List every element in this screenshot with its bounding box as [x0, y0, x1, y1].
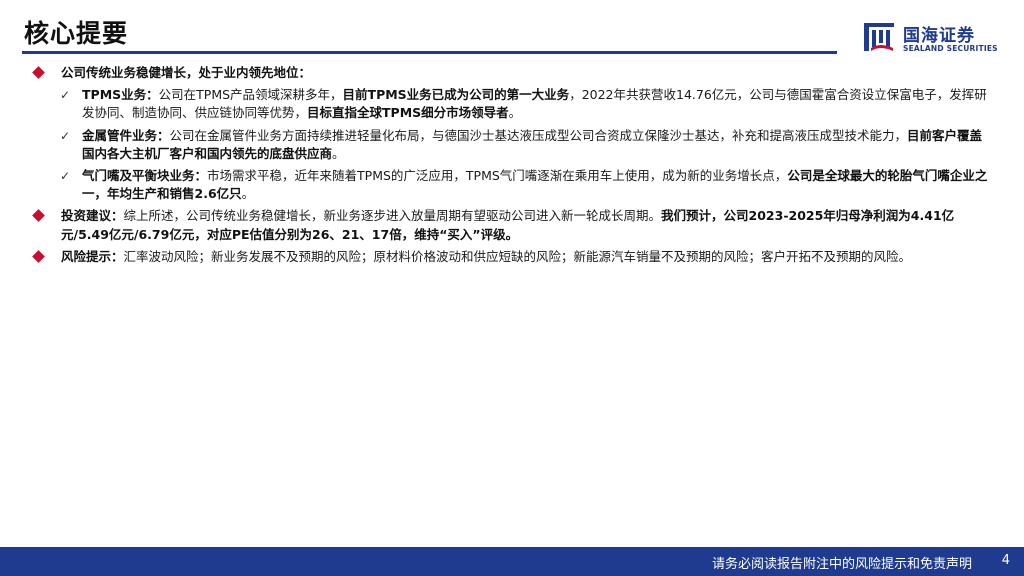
company-logo: 国海证券 SEALAND SECURITIES [862, 20, 1002, 54]
bullet-heading: 公司传统业务稳健增长，处于业内领先地位： [61, 65, 312, 80]
diamond-bullet-icon [32, 66, 45, 79]
page-number: 4 [1001, 553, 1010, 568]
bullet-heading: 风险提示： [61, 248, 124, 264]
bullet-traditional-business: 公司传统业务稳健增长，处于业内领先地位： [32, 64, 990, 82]
body-text: 公司在金属管件业务方面持续推进轻量化布局，与德国沙士基达液压成型公司合资成立保隆… [169, 127, 908, 143]
body-text: 公司在TPMS产品领域深耕多年， [158, 87, 343, 103]
checkmark-icon: ✓ [60, 169, 71, 184]
title-divider [22, 51, 837, 54]
logo-name-en: SEALAND SECURITIES [903, 44, 998, 53]
sub-bullet-metal-tube: ✓ 金属管件业务：公司在金属管件业务方面持续推进轻量化布局，与德国沙士基达液压成… [59, 127, 990, 163]
bullet-heading: 投资建议： [61, 208, 124, 224]
sub-heading: TPMS业务： [82, 87, 159, 103]
bullet-risk: 风险提示：汇率波动风险；新业务发展不及预期的风险；原材料价格波动和供应短缺的风险… [32, 248, 990, 266]
body-text: 。 [332, 145, 345, 161]
body-text: 综上所述，公司传统业务稳健增长，新业务逐步进入放量周期有望驱动公司进入新一轮成长… [123, 208, 662, 224]
diamond-bullet-icon [32, 209, 45, 223]
body-text: 。 [508, 105, 522, 121]
bullet-investment: 投资建议：综上所述，公司传统业务稳健增长，新业务逐步进入放量周期有望驱动公司进入… [32, 207, 990, 243]
body-text: 汇率波动风险；新业务发展不及预期的风险；原材料价格波动和供应短缺的风险；新能源汽… [123, 248, 912, 264]
footer-disclaimer: 请务必阅读报告附注中的风险提示和免责声明 [711, 557, 972, 572]
sub-heading: 金属管件业务： [82, 127, 170, 143]
sub-bullet-tpms: ✓ TPMS业务：公司在TPMS产品领域深耕多年，目前TPMS业务已成为公司的第… [59, 86, 990, 122]
checkmark-icon: ✓ [60, 88, 71, 103]
checkmark-icon: ✓ [60, 128, 71, 143]
logo-name-cn: 国海证券 [903, 26, 975, 46]
footer-bar: 请务必阅读报告附注中的风险提示和免责声明 4 [0, 547, 1024, 576]
bold-text: 目标直指全球TPMS细分市场领导者 [307, 105, 509, 121]
content-body: 公司传统业务稳健增长，处于业内领先地位： ✓ TPMS业务：公司在TPMS产品领… [32, 64, 990, 270]
sub-heading: 气门嘴及平衡块业务： [82, 168, 208, 184]
bold-text: 目前TPMS业务已成为公司的第一大业务 [342, 87, 570, 103]
diamond-bullet-icon [32, 249, 45, 263]
body-text: 市场需求平稳，近年来随着TPMS的广泛应用，TPMS气门嘴逐渐在乘用车上使用，成… [207, 168, 788, 184]
sub-bullet-valve: ✓ 气门嘴及平衡块业务：市场需求平稳，近年来随着TPMS的广泛应用，TPMS气门… [59, 167, 990, 203]
sealand-logo-icon [864, 23, 894, 51]
page-title: 核心提要 [24, 19, 129, 48]
body-text: 。 [241, 186, 255, 202]
